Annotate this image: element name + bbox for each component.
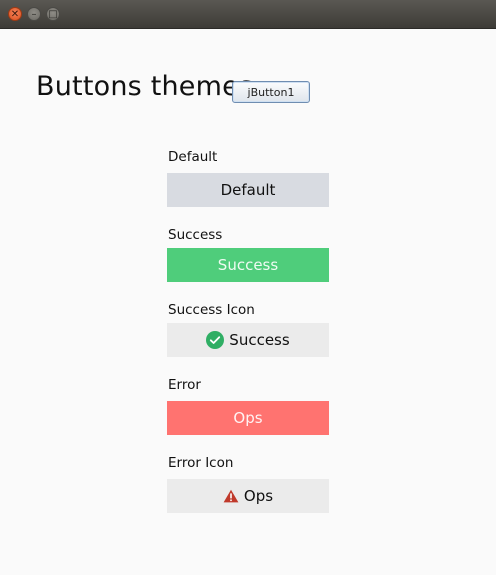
close-icon[interactable]: ✕: [8, 7, 22, 21]
jbutton1-button[interactable]: jButton1: [232, 81, 310, 103]
maximize-icon[interactable]: □: [46, 7, 60, 21]
error-button-label: Ops: [233, 409, 263, 427]
success-button-label: Success: [217, 256, 279, 274]
section-label-success-icon: Success Icon: [168, 302, 255, 318]
default-button[interactable]: Default: [167, 173, 329, 207]
default-button-label: Default: [220, 181, 276, 199]
section-label-error-icon: Error Icon: [168, 455, 234, 471]
section-label-success: Success: [168, 227, 223, 243]
success-button[interactable]: Success: [167, 248, 329, 282]
warning-triangle-icon: [223, 489, 239, 503]
error-icon-button[interactable]: Ops: [167, 479, 329, 513]
page-title: Buttons themes: [36, 71, 254, 102]
check-circle-icon: [206, 331, 225, 349]
section-label-default: Default: [168, 149, 218, 165]
section-label-error: Error: [168, 377, 201, 393]
success-icon-button-label: Success: [229, 331, 290, 349]
window-titlebar: ✕ – □: [0, 0, 496, 29]
error-button[interactable]: Ops: [167, 401, 329, 435]
window-content: Buttons themes jButton1 Default Default …: [0, 29, 496, 575]
error-icon-button-label: Ops: [243, 487, 274, 505]
minimize-icon[interactable]: –: [27, 7, 41, 21]
success-icon-button[interactable]: Success: [167, 323, 329, 357]
